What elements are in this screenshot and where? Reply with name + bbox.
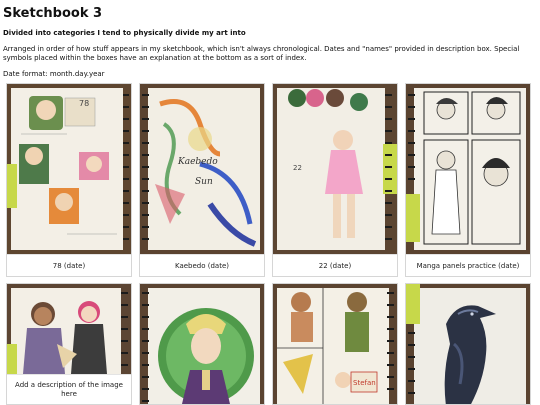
- sketchbook-page-image: 78: [7, 84, 131, 254]
- image-caption: Add a description of the image here: [7, 374, 131, 404]
- sketchbook-page-image: Stefan: [273, 284, 397, 404]
- image-caption: Kaebedo (date): [140, 254, 264, 276]
- sketchbook-page-image: [406, 284, 530, 404]
- artwork-name-text: Stefan: [353, 379, 376, 387]
- sketchbook-page-image: [406, 84, 530, 254]
- intro-text: Arranged in order of how stuff appears i…: [3, 45, 520, 62]
- gallery-image-4[interactable]: [406, 84, 530, 254]
- gallery-card-5[interactable]: Add a description of the image here: [6, 283, 132, 405]
- sketchbook-page-image: [140, 284, 264, 404]
- gallery-image-1[interactable]: 78: [7, 84, 131, 254]
- sketchbook-page-image: Kaebedo Sun: [140, 84, 264, 254]
- gallery-image-6[interactable]: [140, 284, 264, 404]
- gallery-card-7[interactable]: Stefan: [272, 283, 398, 405]
- gallery-image-3[interactable]: 22: [273, 84, 397, 254]
- gallery-image-2[interactable]: Kaebedo Sun: [140, 84, 264, 254]
- gallery-card-8[interactable]: [405, 283, 531, 405]
- image-caption: Manga panels practice (date): [406, 254, 530, 276]
- date-format-note: Date format: month.day.year: [3, 70, 105, 78]
- gallery-card-4[interactable]: Manga panels practice (date): [405, 83, 531, 277]
- image-caption: 78 (date): [7, 254, 131, 276]
- gallery-card-6[interactable]: [139, 283, 265, 405]
- artwork-script-text: Kaebedo: [177, 157, 218, 167]
- gallery-image-7[interactable]: Stefan: [273, 284, 397, 404]
- artwork-script-subtext: Sun: [195, 177, 213, 187]
- sketchbook-page-image: [7, 284, 131, 374]
- page-title: Sketchbook 3: [3, 6, 103, 21]
- gallery-card-2[interactable]: Kaebedo Sun Kaebedo (date): [139, 83, 265, 277]
- gallery-card-3[interactable]: 22 22 (date): [272, 83, 398, 277]
- gallery-card-1[interactable]: 78 78 (date): [6, 83, 132, 277]
- page-subtitle: Divided into categories I tend to physic…: [3, 29, 246, 37]
- page-number-label: 22: [293, 164, 302, 172]
- image-caption: 22 (date): [273, 254, 397, 276]
- gallery-image-8[interactable]: [406, 284, 530, 404]
- gallery-image-5[interactable]: [7, 284, 131, 374]
- sketchbook-page-image: 22: [273, 84, 397, 254]
- page-number-label: 78: [79, 99, 89, 108]
